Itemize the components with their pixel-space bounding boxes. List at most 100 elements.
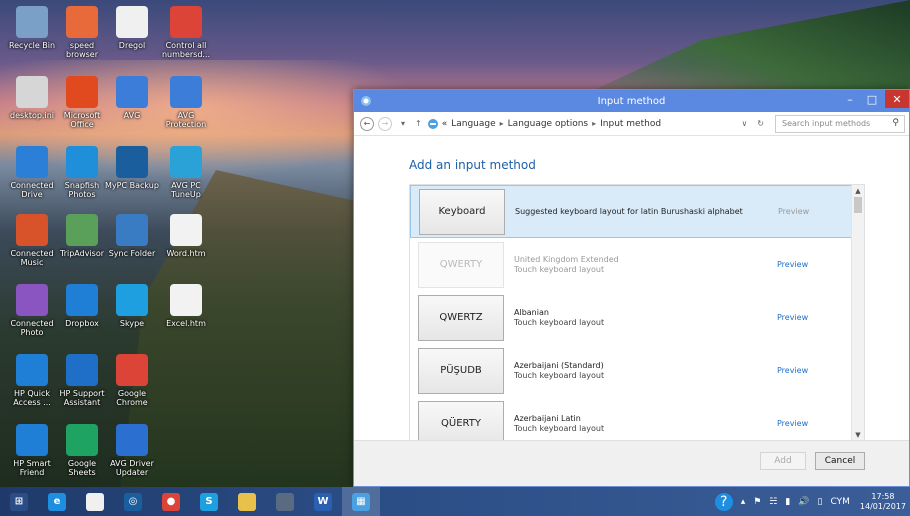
taskbar-chrome[interactable]: ●: [152, 487, 190, 516]
taskbar-file[interactable]: [76, 487, 114, 516]
desktop-icon[interactable]: Dregol: [104, 6, 160, 70]
address-dropdown-icon[interactable]: ∨: [741, 119, 747, 128]
desktop-icon[interactable]: AVG: [104, 76, 160, 140]
maximize-button[interactable]: □: [859, 90, 885, 108]
add-button[interactable]: Add: [760, 452, 806, 470]
desktop-icon[interactable]: Word.htm: [158, 214, 214, 278]
clock-time: 17:58: [871, 491, 895, 501]
language-indicator[interactable]: CYM: [831, 497, 850, 507]
help-icon[interactable]: ?: [714, 492, 733, 511]
start-button[interactable]: ⊞: [0, 487, 38, 516]
search-input[interactable]: Search input methods ⚲: [775, 114, 905, 133]
input-method-row[interactable]: QWERTZ Albanian Touch keyboard layout Previ…: [410, 291, 852, 344]
desktop-icon[interactable]: Excel.htm: [158, 284, 214, 348]
desktop-icon[interactable]: MyPC Backup: [104, 146, 160, 210]
forward-arrow-icon: →: [381, 119, 389, 128]
window-footer: Add Cancel: [354, 440, 909, 486]
flag-icon[interactable]: ⚑: [753, 497, 761, 507]
preview-link[interactable]: Preview: [777, 419, 808, 428]
office-icon: [66, 76, 98, 108]
input-method-list[interactable]: Keyboard Suggested keyboard layout for la…: [409, 184, 865, 442]
input-method-row[interactable]: PÜŞUDB Azerbaijani (Standard) Touch keyboa…: [410, 344, 852, 397]
clock-date: 14/01/2017: [859, 501, 906, 511]
sync-folder-icon: [116, 214, 148, 246]
taskbar-blank[interactable]: [266, 487, 304, 516]
desktop-icon[interactable]: speed browser: [54, 6, 110, 70]
desktop-icon[interactable]: Microsoft Office: [54, 76, 110, 140]
desktop-icon[interactable]: Snapfish Photos: [54, 146, 110, 210]
breadcrumb-language-options[interactable]: Language options: [508, 119, 588, 129]
preview-link[interactable]: Preview: [777, 313, 808, 322]
taskbar-control-panel[interactable]: ▦: [342, 487, 380, 516]
cancel-button[interactable]: Cancel: [815, 452, 865, 470]
title-bar[interactable]: Input method – □ ✕: [354, 90, 909, 112]
preview-link[interactable]: Preview: [777, 366, 808, 375]
keyboard-layout-button[interactable]: Keyboard: [419, 188, 505, 235]
row-title: Albanian: [514, 307, 549, 317]
show-hidden-icons-icon[interactable]: ▴: [741, 497, 746, 507]
desktop-icon[interactable]: Google Chrome: [104, 354, 160, 418]
desktop-icon[interactable]: AVG Protection: [158, 76, 214, 140]
breadcrumb[interactable]: « Language ▸ Language options ▸ Input me…: [427, 118, 737, 130]
forward-button[interactable]: →: [378, 116, 392, 131]
desktop-icon[interactable]: AVG Driver Updater: [104, 424, 160, 488]
battery-icon[interactable]: ▮: [785, 497, 790, 507]
taskbar-explorer[interactable]: [228, 487, 266, 516]
desktop-icon[interactable]: HP Quick Access ...: [4, 354, 60, 418]
preview-link[interactable]: Preview: [778, 207, 809, 216]
row-subtitle: Touch keyboard layout: [514, 317, 605, 327]
desktop-icon[interactable]: Recycle Bin: [4, 6, 60, 70]
breadcrumb-input-method[interactable]: Input method: [600, 119, 661, 129]
desktop-icon[interactable]: Connected Photo: [4, 284, 60, 348]
breadcrumb-language[interactable]: Language: [451, 119, 495, 129]
desktop-icon-label: Dropbox: [65, 319, 99, 328]
desktop-icon[interactable]: Skype: [104, 284, 160, 348]
up-arrow-icon[interactable]: ↑: [415, 119, 422, 128]
taskbar-word[interactable]: W: [304, 487, 342, 516]
desktop-icon[interactable]: desktop.ini: [4, 76, 60, 140]
browser-ball-icon: [66, 6, 98, 38]
scrollbar[interactable]: ▲ ▼: [851, 185, 864, 441]
close-button[interactable]: ✕: [885, 90, 909, 108]
back-button[interactable]: ←: [360, 116, 374, 131]
desktop-icon[interactable]: HP Smart Friend: [4, 424, 60, 488]
desktop-icon[interactable]: Connected Music: [4, 214, 60, 278]
breadcrumb-overflow[interactable]: «: [442, 119, 448, 129]
avg-icon: [116, 76, 148, 108]
keyboard-layout-button[interactable]: QÜERTY: [418, 400, 504, 441]
search-icon[interactable]: ⚲: [892, 118, 899, 128]
signal-icon[interactable]: ▯: [818, 497, 823, 507]
recycle-bin-icon: [16, 6, 48, 38]
main-content: Add an input method Keyboard Suggested ke…: [354, 136, 909, 442]
taskbar-skype[interactable]: S: [190, 487, 228, 516]
desktop-icon[interactable]: HP Support Assistant: [54, 354, 110, 418]
internet-explorer-icon: e: [48, 492, 66, 511]
backup-icon: ◎: [124, 492, 142, 511]
keyboard-layout-button[interactable]: QWERTZ: [418, 294, 504, 341]
desktop-icon[interactable]: Dropbox: [54, 284, 110, 348]
desktop-icon[interactable]: Sync Folder: [104, 214, 160, 278]
taskbar-backup[interactable]: ◎: [114, 487, 152, 516]
volume-icon[interactable]: 🔊: [798, 497, 809, 507]
clock[interactable]: 17:58 14/01/2017: [860, 492, 906, 512]
taskbar-ie[interactable]: e: [38, 487, 76, 516]
keyboard-layout-button[interactable]: QWERTY: [418, 241, 504, 288]
recent-locations-icon[interactable]: ▾: [401, 119, 405, 128]
desktop-icon[interactable]: Control all numbersd...: [158, 6, 214, 70]
refresh-icon[interactable]: ↻: [757, 119, 764, 128]
scroll-thumb[interactable]: [854, 197, 862, 213]
desktop-icon[interactable]: TripAdvisor: [54, 214, 110, 278]
scroll-down-icon[interactable]: ▼: [852, 431, 864, 439]
network-share-icon[interactable]: ☵: [769, 497, 777, 507]
input-method-row[interactable]: Keyboard Suggested keyboard layout for la…: [410, 185, 852, 238]
input-method-row[interactable]: QÜERTY Azerbaijani Latin Touch keyboard la…: [410, 397, 852, 441]
desktop-icon[interactable]: Connected Drive: [4, 146, 60, 210]
preview-link[interactable]: Preview: [777, 260, 808, 269]
keyboard-layout-button[interactable]: PÜŞUDB: [418, 347, 504, 394]
desktop-icon[interactable]: AVG PC TuneUp: [158, 146, 214, 210]
cloud-drive-icon: [16, 146, 48, 178]
input-method-row[interactable]: QWERTY United Kingdom Extended Touch keybo…: [410, 238, 852, 291]
system-tray: ? ▴ ⚑ ☵ ▮ 🔊 ▯ CYM 17:58 14/01/2017: [711, 487, 910, 516]
scroll-up-icon[interactable]: ▲: [852, 187, 864, 195]
desktop-icon[interactable]: Google Sheets: [54, 424, 110, 488]
